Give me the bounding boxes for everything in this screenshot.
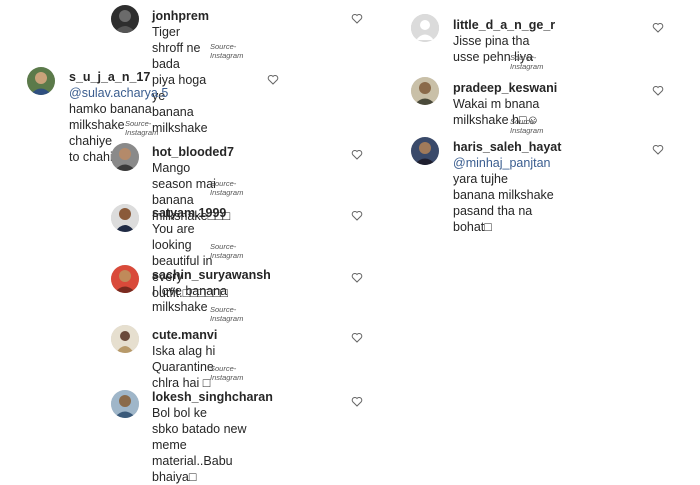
comment-text: lokesh_singhcharan Bol bol ke sbko batad… xyxy=(152,389,273,485)
username[interactable]: cute.manvi xyxy=(152,328,217,342)
avatar[interactable] xyxy=(111,5,139,33)
avatar[interactable] xyxy=(411,14,439,42)
heart-icon[interactable] xyxy=(267,74,279,85)
username[interactable]: haris_saleh_hayat xyxy=(453,140,561,154)
username[interactable]: lokesh_singhcharan xyxy=(152,390,273,404)
comment-body: sbko batado new meme xyxy=(152,422,247,452)
comment-text: haris_saleh_hayat @minhaj_panjtan yara t… xyxy=(453,139,561,235)
avatar[interactable] xyxy=(27,67,55,95)
heart-icon[interactable] xyxy=(652,85,664,96)
comment-body: I love banana xyxy=(152,284,228,298)
avatar[interactable] xyxy=(411,77,439,105)
comment-body: Wakai m bnana xyxy=(453,97,540,111)
avatar[interactable] xyxy=(111,325,139,353)
comment-body: milkshake xyxy=(152,300,208,314)
comment-body: material..Babu bhaiya□ xyxy=(152,454,233,484)
source-label: Source-Instagram xyxy=(210,179,244,197)
source-label: Source-Instagram xyxy=(210,305,244,323)
avatar[interactable] xyxy=(111,265,139,293)
comment-body: banana milkshake pasand tha na xyxy=(453,188,554,218)
username[interactable]: satyam.1999 xyxy=(152,206,226,220)
heart-icon[interactable] xyxy=(652,22,664,33)
mention-link[interactable]: @minhaj_panjtan xyxy=(453,156,550,170)
comment-body: Bol bol ke xyxy=(152,406,207,420)
avatar[interactable] xyxy=(111,204,139,232)
comment-body: You are looking xyxy=(152,222,195,252)
source-label: Source-Instagram xyxy=(210,42,244,60)
comment-body: chlra hai □ xyxy=(152,376,211,390)
comment-body: bohat□ xyxy=(453,220,492,234)
source-label: Source-Instagram xyxy=(510,53,544,71)
avatar[interactable] xyxy=(111,143,139,171)
heart-icon[interactable] xyxy=(351,149,363,160)
username[interactable]: little_d_a_n_ge_r xyxy=(453,18,555,32)
comment-body: Mango season mai xyxy=(152,161,216,191)
username[interactable]: s_u_j_a_n_17 xyxy=(69,70,150,84)
heart-icon[interactable] xyxy=(351,272,363,283)
source-label: Source-Instagram xyxy=(210,242,244,260)
username[interactable]: hot_blooded7 xyxy=(152,145,234,159)
avatar[interactable] xyxy=(111,390,139,418)
comment-body: Jisse pina tha xyxy=(453,34,530,48)
source-label: Source-Instagram xyxy=(125,119,159,137)
source-label: Source-Instagram xyxy=(210,364,244,382)
username[interactable]: sachin_suryawansh xyxy=(152,268,271,282)
heart-icon[interactable] xyxy=(351,13,363,24)
comment-body: Tiger shroff ne bada xyxy=(152,25,201,71)
username[interactable]: pradeep_keswani xyxy=(453,81,557,95)
source-label: Source-Instagram xyxy=(510,117,544,135)
heart-icon[interactable] xyxy=(351,210,363,221)
comment-body: yara tujhe xyxy=(453,172,508,186)
comment-text: cute.manvi Iska alag hi Quarantine chlra… xyxy=(152,327,217,391)
comment-body: Iska alag hi Quarantine xyxy=(152,344,216,374)
username[interactable]: jonhprem xyxy=(152,9,209,23)
heart-icon[interactable] xyxy=(652,144,664,155)
heart-icon[interactable] xyxy=(351,396,363,407)
avatar[interactable] xyxy=(411,137,439,165)
mention-link[interactable]: @sulav.acharya.5 xyxy=(69,86,168,100)
heart-icon[interactable] xyxy=(351,332,363,343)
